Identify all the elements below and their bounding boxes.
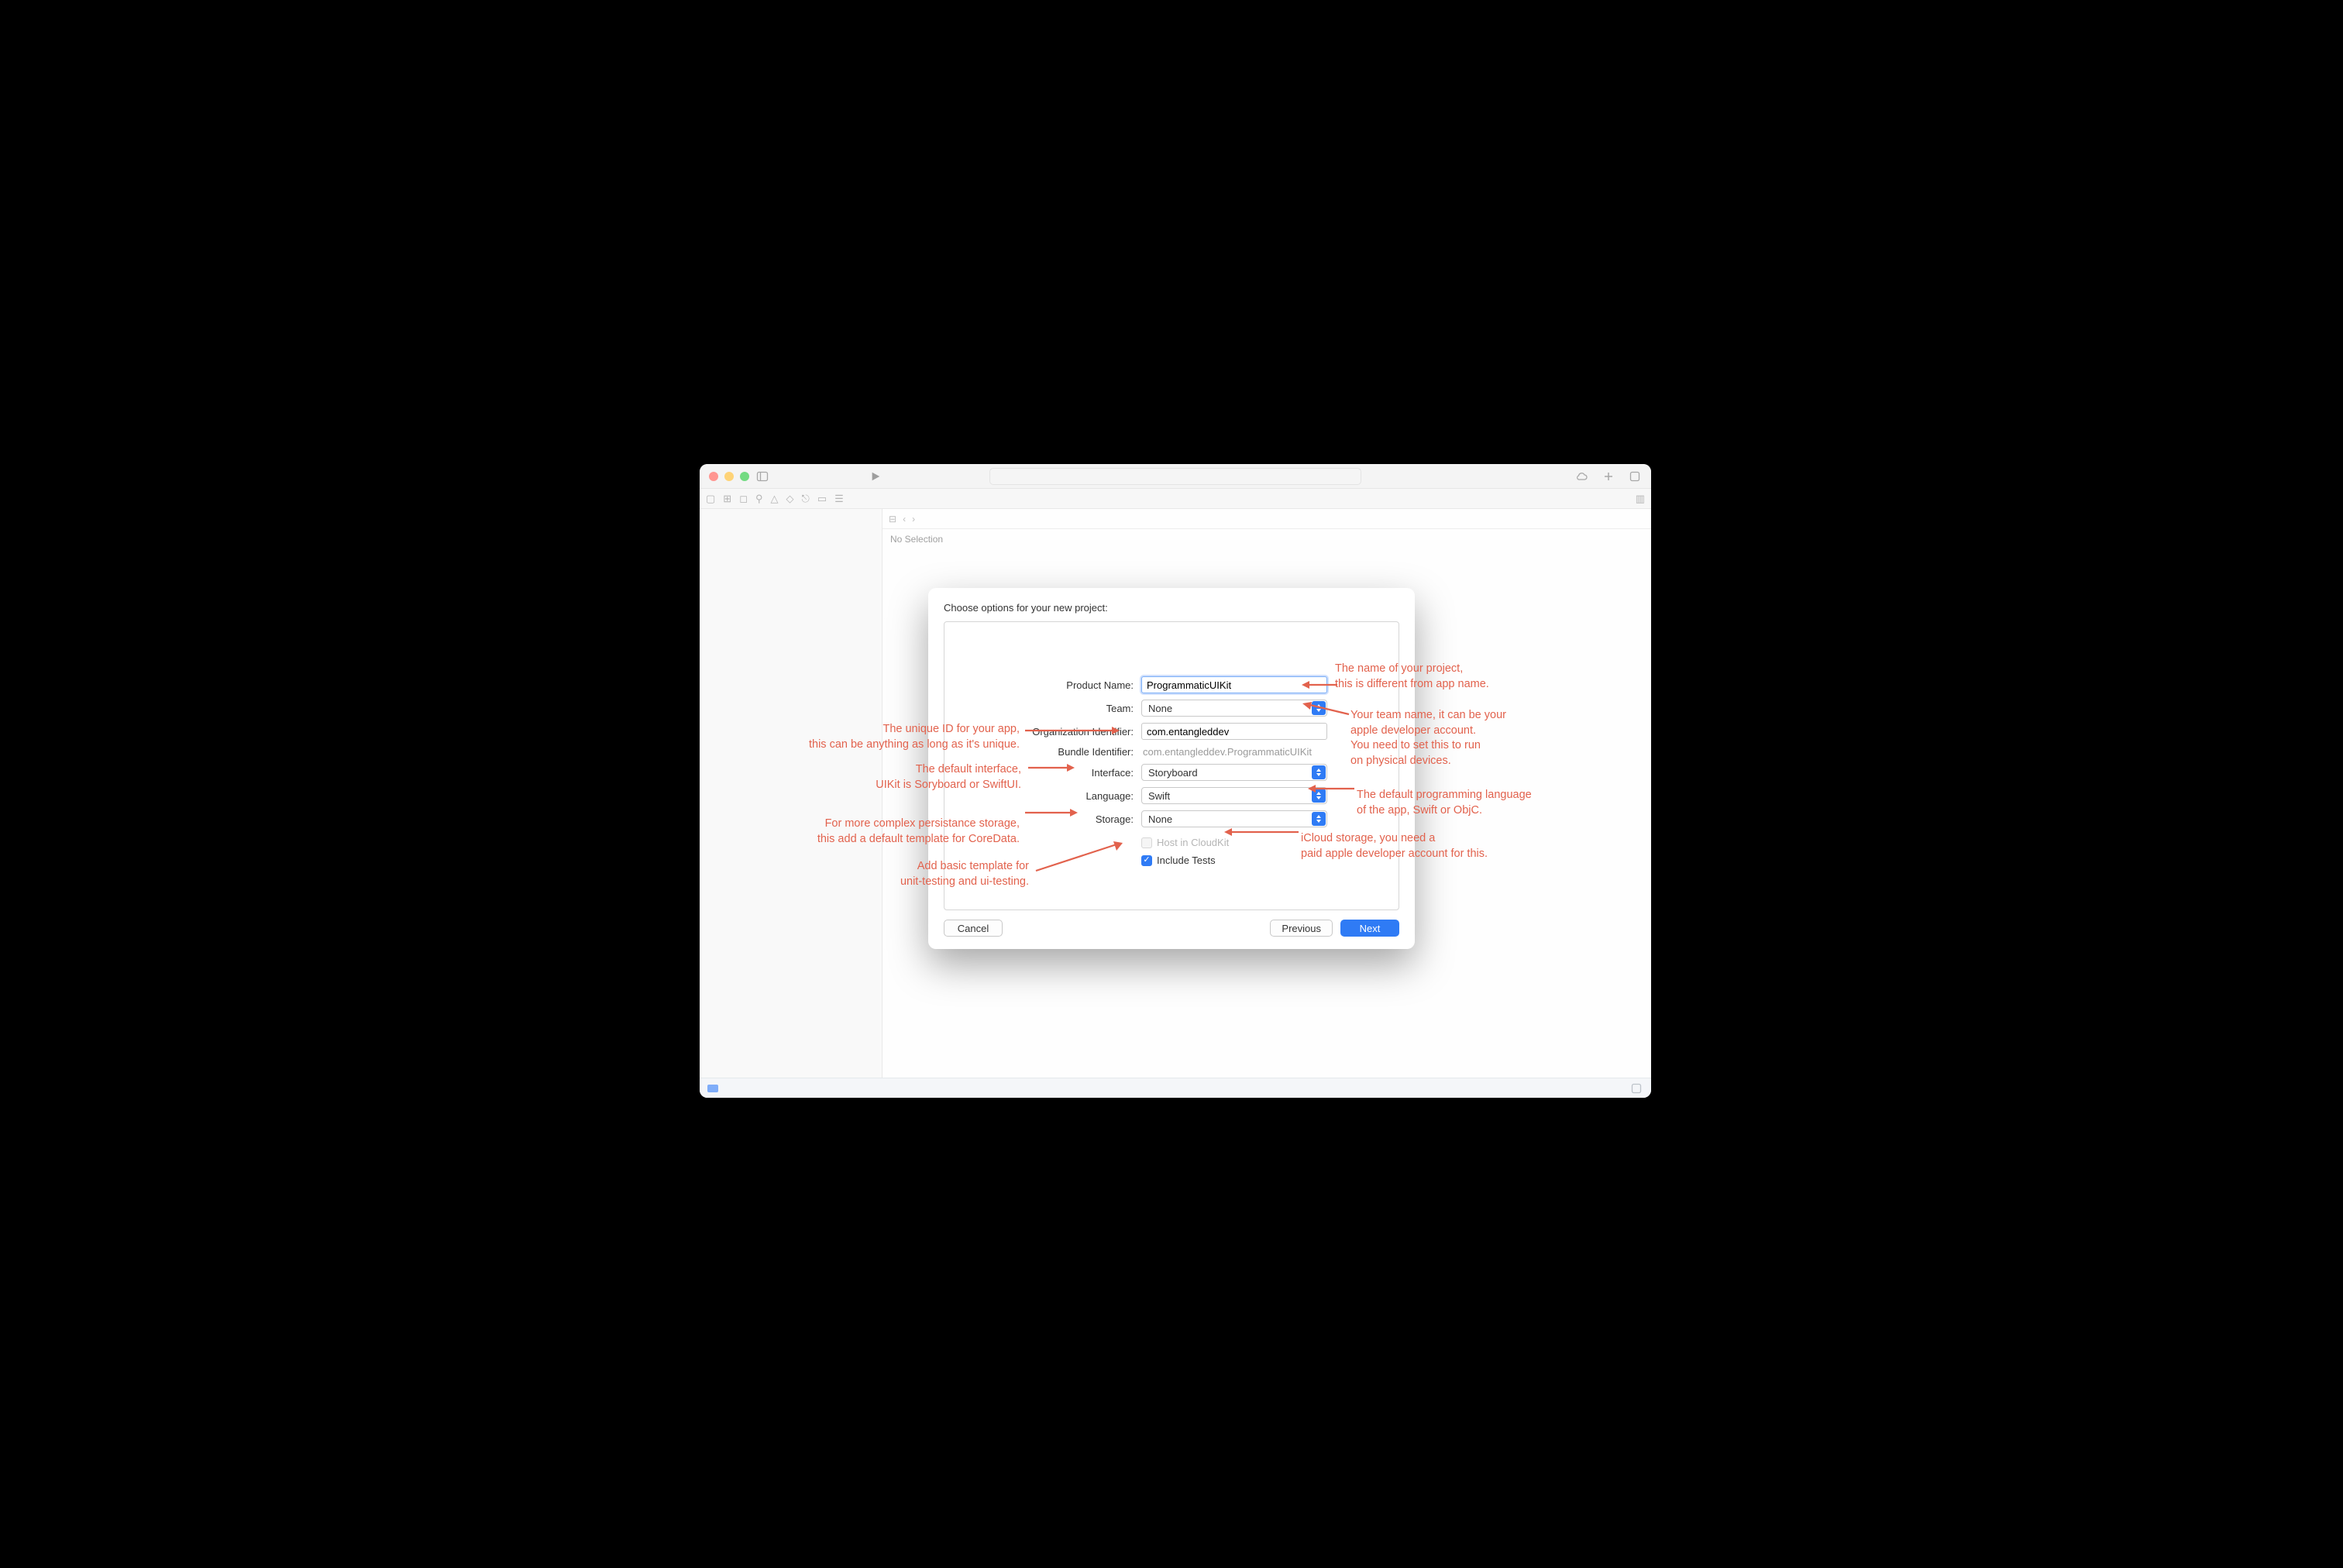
product-name-field[interactable] bbox=[1141, 676, 1327, 693]
language-popup[interactable]: Swift bbox=[1141, 787, 1327, 804]
bookmark-icon[interactable]: ◻ bbox=[739, 493, 748, 505]
anno-language: The default programming language of the … bbox=[1357, 788, 1532, 818]
org-id-field[interactable] bbox=[1141, 723, 1327, 740]
host-cloudkit-label: Host in CloudKit bbox=[1157, 837, 1229, 848]
cloud-status-icon bbox=[1575, 469, 1589, 483]
include-tests-label: Include Tests bbox=[1157, 854, 1216, 866]
search-icon[interactable]: ⚲ bbox=[755, 493, 763, 505]
team-label: Team: bbox=[963, 703, 1134, 714]
debug-icon[interactable]: ⎋ bbox=[802, 493, 810, 505]
minimize-window-icon[interactable] bbox=[724, 472, 734, 481]
issues-icon[interactable]: △ bbox=[771, 493, 779, 505]
anno-tests: Add basic template for unit-testing and … bbox=[882, 859, 1029, 889]
run-button-icon[interactable] bbox=[869, 469, 882, 483]
stepper-arrows-icon bbox=[1312, 701, 1326, 715]
stepper-arrows-icon bbox=[1312, 812, 1326, 826]
storage-popup[interactable]: None bbox=[1141, 810, 1327, 827]
folder-icon[interactable]: ▢ bbox=[706, 493, 715, 505]
breakpoints-icon[interactable]: ▭ bbox=[817, 493, 827, 505]
language-value: Swift bbox=[1148, 790, 1170, 802]
add-tab-icon[interactable] bbox=[1602, 469, 1615, 483]
anno-cloudkit: iCloud storage, you need a paid apple de… bbox=[1301, 831, 1488, 861]
outline-icon[interactable] bbox=[1629, 1081, 1643, 1095]
bundle-id-value: com.entangleddev.ProgrammaticUIKit bbox=[1141, 746, 1327, 758]
filter-icon[interactable] bbox=[707, 1085, 718, 1092]
close-window-icon[interactable] bbox=[709, 472, 718, 481]
include-tests-checkbox[interactable]: ✓ bbox=[1141, 855, 1152, 866]
jump-bar[interactable]: ⊟ ‹ › bbox=[882, 509, 1651, 529]
zoom-window-icon[interactable] bbox=[740, 472, 749, 481]
cancel-button[interactable]: Cancel bbox=[944, 920, 1003, 937]
team-popup[interactable]: None bbox=[1141, 700, 1327, 717]
sidebar-toggle-icon[interactable] bbox=[755, 469, 769, 483]
window-titlebar bbox=[700, 464, 1651, 489]
interface-value: Storyboard bbox=[1148, 767, 1198, 779]
sheet-title: Choose options for your new project: bbox=[944, 602, 1399, 614]
stepper-arrows-icon bbox=[1312, 789, 1326, 803]
next-button[interactable]: Next bbox=[1340, 920, 1399, 937]
tests-icon[interactable]: ◇ bbox=[786, 493, 794, 505]
project-navigator[interactable] bbox=[700, 509, 882, 1078]
source-control-icon[interactable]: ⊞ bbox=[723, 493, 731, 505]
interface-popup[interactable]: Storyboard bbox=[1141, 764, 1327, 781]
product-name-label: Product Name: bbox=[963, 679, 1134, 691]
anno-org-id: The unique ID for your app, this can be … bbox=[733, 722, 1020, 752]
inspector-toggle-icon[interactable]: ▥ bbox=[1636, 493, 1645, 505]
anno-product-name: The name of your project, this is differ… bbox=[1335, 662, 1489, 692]
reports-icon[interactable]: ☰ bbox=[834, 493, 844, 505]
navigator-toolbar: ▢ ⊞ ◻ ⚲ △ ◇ ⎋ ▭ ☰ ▥ bbox=[700, 489, 1651, 509]
anno-team: Your team name, it can be your apple dev… bbox=[1350, 708, 1506, 769]
anno-interface: The default interface, UIKit is Soryboar… bbox=[820, 762, 1021, 793]
no-selection-label: No Selection bbox=[882, 529, 1651, 549]
nav-forward-icon[interactable]: › bbox=[912, 514, 915, 524]
previous-button[interactable]: Previous bbox=[1270, 920, 1333, 937]
anno-storage: For more complex persistance storage, th… bbox=[745, 817, 1020, 847]
library-icon[interactable] bbox=[1628, 469, 1642, 483]
filter-bar bbox=[700, 1078, 1651, 1098]
activity-viewer[interactable] bbox=[989, 468, 1361, 485]
related-items-icon[interactable]: ⊟ bbox=[889, 514, 896, 524]
team-value: None bbox=[1148, 703, 1172, 714]
stepper-arrows-icon bbox=[1312, 765, 1326, 779]
traffic-lights[interactable] bbox=[709, 472, 749, 481]
host-cloudkit-checkbox bbox=[1141, 837, 1152, 848]
nav-back-icon[interactable]: ‹ bbox=[903, 514, 906, 524]
storage-value: None bbox=[1148, 813, 1172, 825]
